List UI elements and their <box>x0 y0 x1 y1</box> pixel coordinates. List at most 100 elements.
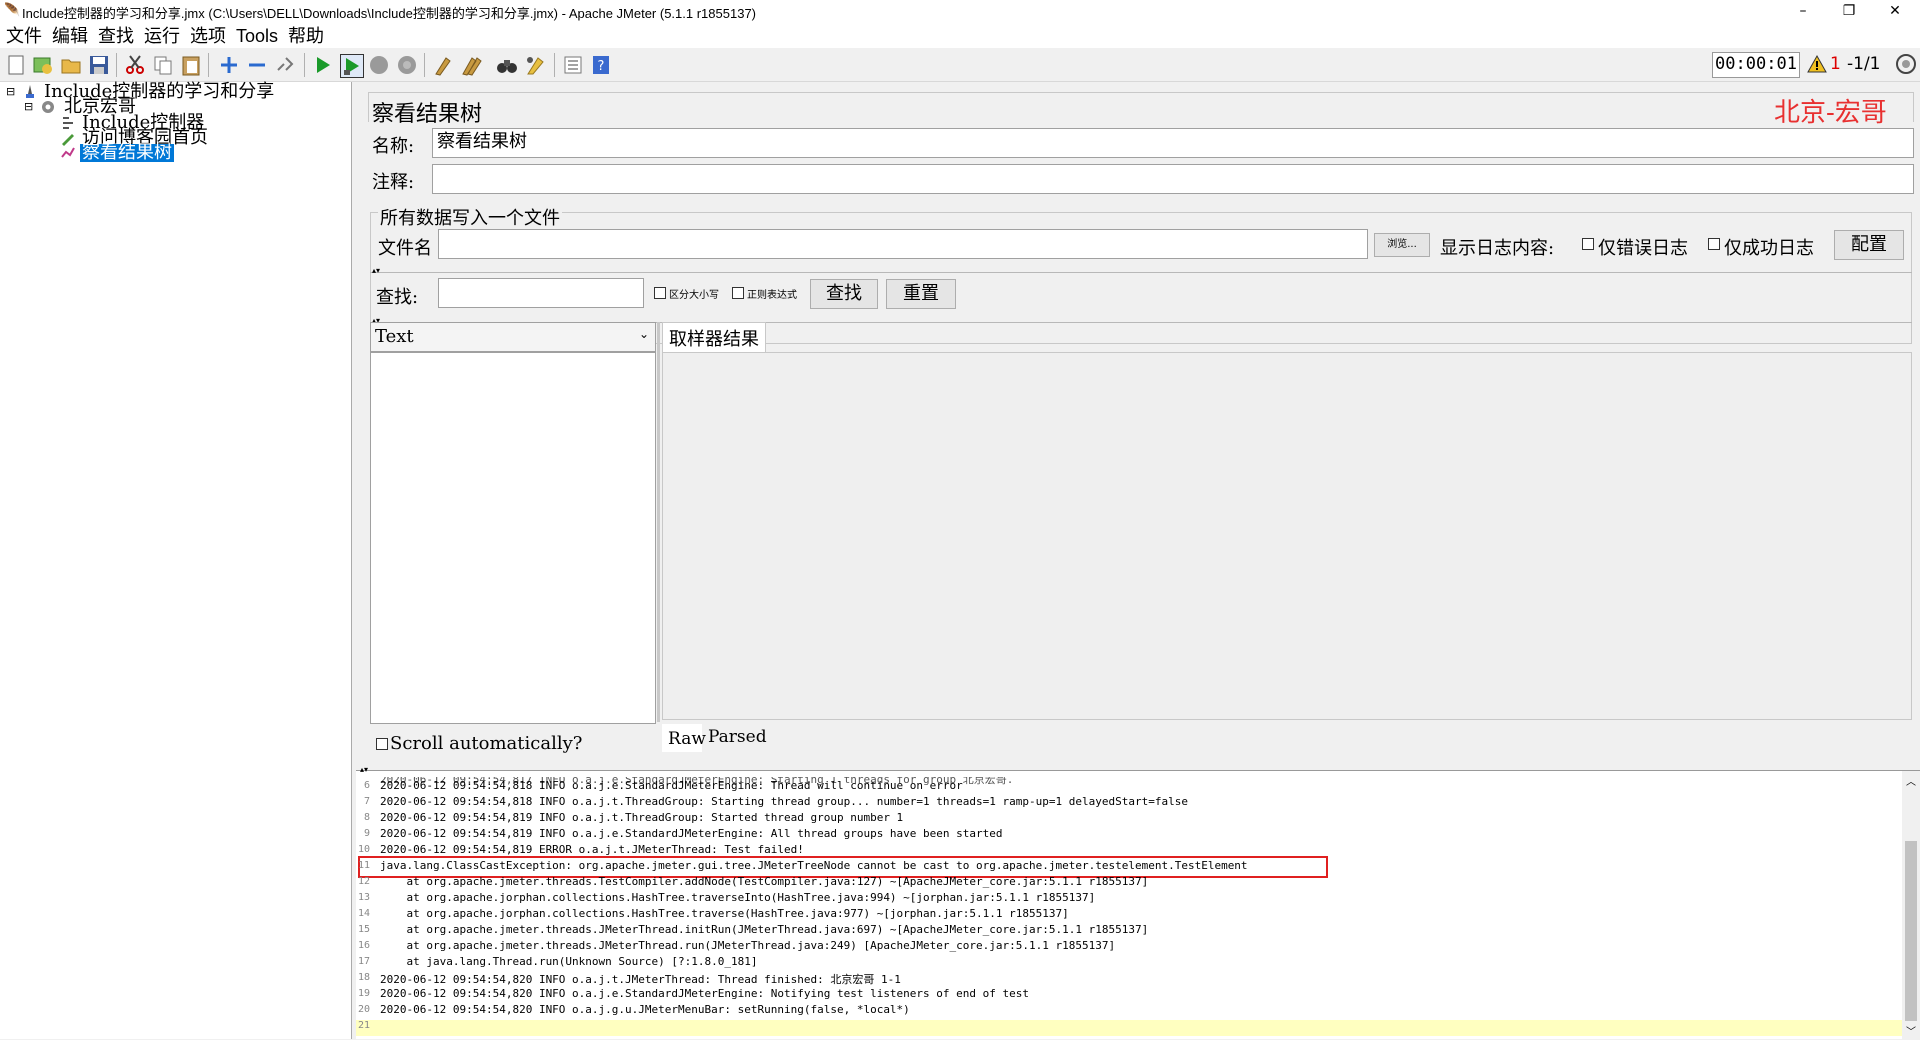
current-line-highlight <box>356 1020 1902 1036</box>
log-line-number: 14 <box>357 908 370 919</box>
menu-run[interactable]: 运行 <box>144 25 180 49</box>
log-line-number: 16 <box>357 940 370 951</box>
log-line-text: 2020-06-12 09:54:54,820 INFO o.a.j.e.Sta… <box>380 987 1030 1000</box>
name-label: 名称: <box>372 136 415 157</box>
success-only-label: 仅成功日志 <box>1724 238 1814 259</box>
reset-button[interactable]: 重置 <box>886 279 956 309</box>
menu-file[interactable]: 文件 <box>6 25 42 49</box>
configure-button[interactable]: 配置 <box>1834 230 1904 260</box>
copy-icon[interactable] <box>152 54 174 76</box>
tab-raw[interactable]: Raw <box>662 724 706 752</box>
splitter-arrows-icon[interactable]: ▴▾ <box>372 266 380 275</box>
menu-search[interactable]: 查找 <box>98 25 134 49</box>
menu-tools[interactable]: Tools <box>236 24 278 48</box>
menu-edit[interactable]: 编辑 <box>52 25 88 49</box>
scroll-auto-checkbox[interactable] <box>376 738 388 750</box>
log-line-text: 2020-06-12 09:54:54,818 INFO o.a.j.t.Thr… <box>380 795 1188 808</box>
log-line-text: at org.apache.jmeter.threads.JMeterThrea… <box>380 923 1149 936</box>
title-bar: 🪶 Include控制器的学习和分享.jmx (C:\Users\DELL\Do… <box>0 0 1920 24</box>
paste-icon[interactable] <box>180 54 202 76</box>
save-icon[interactable] <box>88 54 110 76</box>
comment-field[interactable] <box>432 164 1914 194</box>
collapse-group-icon[interactable]: ⊟ <box>24 100 33 113</box>
help-icon[interactable]: ? <box>590 54 612 76</box>
collapse-all-icon[interactable] <box>246 54 268 76</box>
minimize-button[interactable]: – <box>1780 0 1826 24</box>
templates-icon[interactable] <box>32 54 54 76</box>
log-line-text: at org.apache.jorphan.collections.HashTr… <box>380 891 1096 904</box>
include-controller-icon <box>63 117 73 129</box>
svg-text:?: ? <box>598 59 605 74</box>
new-icon[interactable] <box>5 54 27 76</box>
log-line-number: 20 <box>357 1004 370 1015</box>
name-field[interactable]: 察看结果树 <box>432 128 1914 158</box>
log-line-text: at org.apache.jorphan.collections.HashTr… <box>380 907 1069 920</box>
expand-all-icon[interactable] <box>218 54 240 76</box>
close-button[interactable]: ✕ <box>1872 0 1918 24</box>
toolbar: ? 00:00:01 1 -1/1 <box>0 48 1920 82</box>
log-scrollbar[interactable]: ︿ ﹀ <box>1902 771 1920 1040</box>
case-sensitive-checkbox[interactable] <box>654 287 666 299</box>
log-line-number: 17 <box>357 956 370 967</box>
log-line-text: java.lang.ClassCastException: org.apache… <box>380 859 1248 872</box>
sample-list[interactable] <box>370 352 656 724</box>
search-button[interactable]: 查找 <box>810 279 878 309</box>
browse-button[interactable]: 浏览... <box>1374 233 1430 257</box>
log-line-number: 9 <box>363 828 370 839</box>
scroll-up-icon[interactable]: ︿ <box>1906 773 1916 788</box>
log-line-text: 2020-06-12 09:54:54,820 INFO o.a.j.g.u.J… <box>380 1003 910 1016</box>
warning-icon[interactable] <box>1807 54 1827 74</box>
scroll-thumb[interactable] <box>1905 841 1917 1021</box>
jmeter-feather-icon: 🪶 <box>4 3 21 18</box>
collapse-root-icon[interactable]: ⊟ <box>6 85 15 98</box>
splitter-arrows-icon-3[interactable]: ▴▾ <box>360 765 368 774</box>
stop-icon[interactable] <box>368 54 390 76</box>
listener-chart-icon <box>61 147 75 158</box>
success-only-checkbox[interactable] <box>1708 238 1720 250</box>
log-line-number: 12 <box>357 876 370 887</box>
log-line-number: 21 <box>357 1020 370 1031</box>
vertical-splitter[interactable] <box>657 322 660 722</box>
tree-item-results-tree-selected[interactable]: 察看结果树 <box>80 144 174 162</box>
toggle-icon[interactable] <box>274 54 296 76</box>
cut-icon[interactable] <box>124 54 146 76</box>
window-title: Include控制器的学习和分享.jmx (C:\Users\DELL\Down… <box>22 6 756 21</box>
regex-label: 正则表达式 <box>747 290 797 301</box>
log-line-number: 13 <box>357 892 370 903</box>
log-line-number: 10 <box>357 844 370 855</box>
case-sensitive-label: 区分大小写 <box>669 290 719 301</box>
start-no-pauses-icon[interactable] <box>340 54 364 78</box>
log-line-text: at java.lang.Thread.run(Unknown Source) … <box>380 955 758 968</box>
start-icon[interactable] <box>312 54 334 76</box>
log-line-text: 2020-06-12 09:54:54,819 ERROR o.a.j.t.JM… <box>380 843 804 856</box>
shutdown-icon[interactable] <box>396 54 418 76</box>
tab-sampler-result[interactable]: 取样器结果 <box>662 322 766 352</box>
log-line-text: at org.apache.jmeter.threads.JMeterThrea… <box>380 939 1116 952</box>
menu-options[interactable]: 选项 <box>190 25 226 49</box>
open-icon[interactable] <box>60 54 82 76</box>
clear-all-icon[interactable] <box>460 54 482 76</box>
log-viewer[interactable]: ▴▾ 2020-06-12 09:54:54,817 INFO o.a.j.e.… <box>356 765 1920 1040</box>
elapsed-timer: 00:00:01 <box>1712 52 1800 78</box>
function-helper-icon[interactable] <box>562 54 584 76</box>
regex-checkbox[interactable] <box>732 287 744 299</box>
scroll-down-icon[interactable]: ﹀ <box>1906 1023 1916 1038</box>
search-input[interactable] <box>438 278 644 308</box>
errors-only-checkbox[interactable] <box>1582 238 1594 250</box>
clear-icon[interactable] <box>432 54 454 76</box>
warning-count: 1 <box>1830 54 1841 74</box>
menu-help[interactable]: 帮助 <box>288 25 324 49</box>
tab-parsed[interactable]: Parsed <box>706 724 776 752</box>
page-title: 察看结果树 <box>372 102 483 127</box>
http-sampler-pen-icon <box>62 134 74 146</box>
maximize-button[interactable]: ❐ <box>1826 0 1872 24</box>
filename-input[interactable] <box>438 229 1368 259</box>
watermark-text: 北京-宏哥 <box>1774 98 1887 128</box>
log-line-number: 18 <box>357 972 370 983</box>
reset-search-icon[interactable] <box>524 54 546 76</box>
menu-bar: 文件 编辑 查找 运行 选项 Tools 帮助 <box>0 24 1920 48</box>
log-line-text: 2020-06-12 09:54:54,818 INFO o.a.j.e.Sta… <box>380 779 963 792</box>
renderer-select[interactable]: Text ⌄ <box>370 322 656 352</box>
log-line-text: 2020-06-12 09:54:54,819 INFO o.a.j.t.Thr… <box>380 811 904 824</box>
search-binoculars-icon[interactable] <box>496 54 518 76</box>
